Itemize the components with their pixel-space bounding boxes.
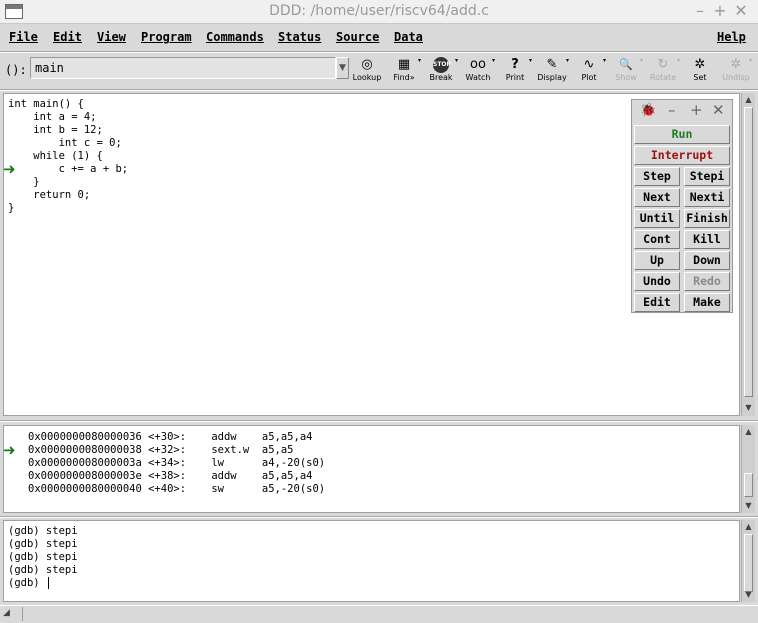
source-scrollbar[interactable]: ▲ ▼ bbox=[741, 93, 755, 416]
gdb-console-text[interactable]: (gdb) stepi (gdb) stepi (gdb) stepi (gdb) s… bbox=[8, 525, 78, 590]
set-icon: ✲ bbox=[694, 57, 706, 72]
assembly-code[interactable]: 0x0000000080000036 <+30>: addw a5,a5,a4 0… bbox=[28, 431, 325, 496]
source-line[interactable]: c += a + b; bbox=[8, 163, 129, 176]
scroll-up-icon[interactable]: ▲ bbox=[743, 427, 754, 437]
assembly-scroll-thumb[interactable] bbox=[744, 473, 753, 497]
menu-source[interactable]: Source bbox=[336, 30, 379, 44]
source-line[interactable]: int a = 4; bbox=[8, 111, 128, 124]
console-line[interactable]: (gdb) stepi bbox=[8, 564, 78, 577]
step-button[interactable]: Step bbox=[634, 167, 680, 186]
menu-separator bbox=[0, 51, 758, 53]
console-scroll-thumb[interactable] bbox=[744, 534, 753, 592]
up-button[interactable]: Up bbox=[634, 251, 680, 270]
undo-button[interactable]: Undo bbox=[634, 272, 680, 291]
close-icon[interactable]: ✕ bbox=[712, 101, 725, 119]
show-button[interactable]: 🔍 Show ▾ bbox=[607, 57, 645, 85]
menu-view[interactable]: View bbox=[97, 30, 126, 44]
assembly-line[interactable]: 0x0000000080000040 <+40>: sw a5,-20(s0) bbox=[28, 483, 325, 496]
scroll-down-icon[interactable]: ▼ bbox=[743, 501, 754, 511]
minimize-icon[interactable]: – bbox=[668, 101, 676, 119]
break-button[interactable]: STOP Break ▾ bbox=[422, 57, 460, 85]
until-button[interactable]: Until bbox=[634, 209, 680, 228]
menu-file[interactable]: File bbox=[9, 30, 38, 44]
toolbar-separator bbox=[0, 89, 758, 91]
nexti-button[interactable]: Nexti bbox=[684, 188, 730, 207]
make-button[interactable]: Make bbox=[684, 293, 730, 312]
pane-separator[interactable] bbox=[0, 516, 758, 518]
status-indicator-icon: ◢ bbox=[3, 608, 10, 618]
run-button[interactable]: Run bbox=[634, 125, 730, 144]
interrupt-button[interactable]: Interrupt bbox=[634, 146, 730, 165]
minimize-icon[interactable]: – bbox=[690, 1, 710, 21]
source-line[interactable]: } bbox=[8, 176, 128, 189]
menu-commands[interactable]: Commands bbox=[206, 30, 264, 44]
lookup-icon: ◎ bbox=[361, 57, 373, 72]
source-line[interactable]: } bbox=[8, 202, 128, 215]
source-line[interactable]: int c = 0; bbox=[8, 137, 128, 150]
close-icon[interactable]: ✕ bbox=[731, 1, 751, 21]
menu-bar: File Edit View Program Commands Status S… bbox=[0, 27, 758, 49]
next-button[interactable]: Next bbox=[634, 188, 680, 207]
pc-arrow-icon: ➜ bbox=[3, 441, 16, 459]
maximize-icon[interactable]: + bbox=[690, 101, 703, 119]
console-scrollbar[interactable]: ▲ ▼ bbox=[741, 520, 755, 602]
assembly-line[interactable]: 0x000000008000003a <+34>: lw a4,-20(s0) bbox=[28, 457, 325, 470]
scroll-down-icon[interactable]: ▼ bbox=[743, 403, 754, 413]
break-icon: STOP bbox=[433, 57, 451, 73]
edit-button[interactable]: Edit bbox=[634, 293, 680, 312]
assembly-scrollbar[interactable]: ▲ ▼ bbox=[741, 425, 755, 513]
bug-icon: 🐞 bbox=[640, 103, 657, 118]
assembly-line[interactable]: 0x0000000080000036 <+30>: addw a5,a5,a4 bbox=[28, 431, 325, 444]
scroll-up-icon[interactable]: ▲ bbox=[743, 95, 754, 105]
down-button[interactable]: Down bbox=[684, 251, 730, 270]
find-button[interactable]: ▦ Find» ▾ bbox=[385, 57, 423, 85]
assembly-line[interactable]: 0x0000000080000038 <+32>: sext.w a5,a5 bbox=[28, 444, 325, 457]
pane-separator[interactable] bbox=[0, 420, 758, 422]
cont-button[interactable]: Cont bbox=[634, 230, 680, 249]
gdb-console[interactable] bbox=[3, 520, 740, 602]
console-line[interactable]: (gdb) bbox=[8, 577, 78, 590]
scroll-up-icon[interactable]: ▲ bbox=[743, 522, 754, 532]
undisp-button[interactable]: ✲ Undisp ▾ bbox=[718, 57, 754, 85]
window-title: DDD: /home/user/riscv64/add.c bbox=[269, 3, 489, 19]
status-bar: ◢ bbox=[0, 605, 758, 623]
command-tool-titlebar[interactable]: 🐞 – + ✕ bbox=[632, 100, 732, 122]
print-button[interactable]: ? Print ▾ bbox=[496, 57, 534, 85]
rotate-button[interactable]: ↻ Rotate ▾ bbox=[644, 57, 682, 85]
redo-button[interactable]: Redo bbox=[684, 272, 730, 291]
text-cursor bbox=[48, 577, 49, 589]
menu-data[interactable]: Data bbox=[394, 30, 423, 44]
source-scroll-thumb[interactable] bbox=[744, 107, 753, 397]
kill-button[interactable]: Kill bbox=[684, 230, 730, 249]
stepi-button[interactable]: Stepi bbox=[684, 167, 730, 186]
console-line[interactable]: (gdb) stepi bbox=[8, 525, 78, 538]
assembly-line[interactable]: 0x000000008000003e <+38>: addw a5,a5,a4 bbox=[28, 470, 325, 483]
argument-field[interactable]: main bbox=[30, 57, 336, 79]
scroll-down-icon[interactable]: ▼ bbox=[743, 590, 754, 600]
source-line[interactable]: while (1) { bbox=[8, 150, 128, 163]
display-button[interactable]: ✎ Display ▾ bbox=[533, 57, 571, 85]
source-code[interactable]: int main() { int a = 4; int b = 12; int … bbox=[8, 98, 128, 215]
maximize-icon[interactable]: + bbox=[710, 1, 730, 21]
source-line[interactable]: int main() { bbox=[8, 98, 128, 111]
lookup-button[interactable]: ◎ Lookup bbox=[348, 57, 386, 85]
source-line[interactable]: return 0; bbox=[8, 189, 128, 202]
watch-button[interactable]: oo Watch ▾ bbox=[459, 57, 497, 85]
menu-status[interactable]: Status bbox=[278, 30, 321, 44]
console-line[interactable]: (gdb) stepi bbox=[8, 551, 78, 564]
source-line[interactable]: int b = 12; bbox=[8, 124, 128, 137]
argument-label: (): bbox=[5, 63, 27, 77]
finish-button[interactable]: Finish bbox=[684, 209, 730, 228]
title-bar: DDD: /home/user/riscv64/add.c – + ✕ bbox=[0, 0, 758, 24]
status-divider bbox=[22, 607, 23, 621]
menu-help[interactable]: Help bbox=[717, 30, 746, 44]
plot-button[interactable]: ∿ Plot ▾ bbox=[570, 57, 608, 85]
set-button[interactable]: ✲ Set bbox=[681, 57, 719, 85]
menu-edit[interactable]: Edit bbox=[53, 30, 82, 44]
console-line[interactable]: (gdb) stepi bbox=[8, 538, 78, 551]
menu-program[interactable]: Program bbox=[141, 30, 192, 44]
